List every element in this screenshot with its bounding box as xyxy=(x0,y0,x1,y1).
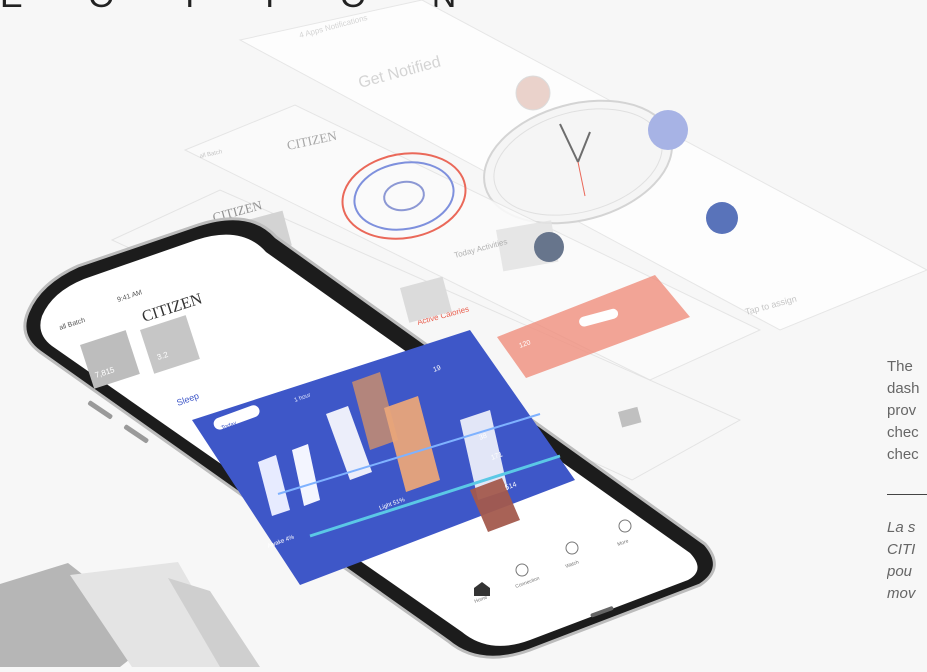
friend-avatar xyxy=(534,232,564,262)
avatar xyxy=(515,75,551,111)
description-line: dash xyxy=(887,380,920,397)
description-line: The xyxy=(887,358,913,375)
layered-screens-illustration: Get Notified 4 Apps Notifications Tap to… xyxy=(0,0,927,667)
description-line: mov xyxy=(887,585,916,602)
description-line: CITI xyxy=(887,541,916,558)
description-line: La s xyxy=(887,519,916,536)
notification-app-icon xyxy=(648,110,688,150)
watch-band-illustration xyxy=(0,562,260,667)
french-description: La s CITI pou mov xyxy=(887,517,927,605)
description-line: pou xyxy=(887,563,913,580)
description-line: prov xyxy=(887,402,917,419)
description-line: chec xyxy=(887,424,919,441)
description-line: chec xyxy=(887,446,919,463)
english-description: The dash prov chec chec xyxy=(887,356,927,466)
notification-facebook-icon xyxy=(706,202,738,234)
app-showcase: Get Notified 4 Apps Notifications Tap to… xyxy=(0,0,927,667)
divider xyxy=(887,494,927,495)
description-column: The dash prov chec chec La s CITI pou mo… xyxy=(887,356,927,605)
phone-volume-button xyxy=(87,400,113,420)
